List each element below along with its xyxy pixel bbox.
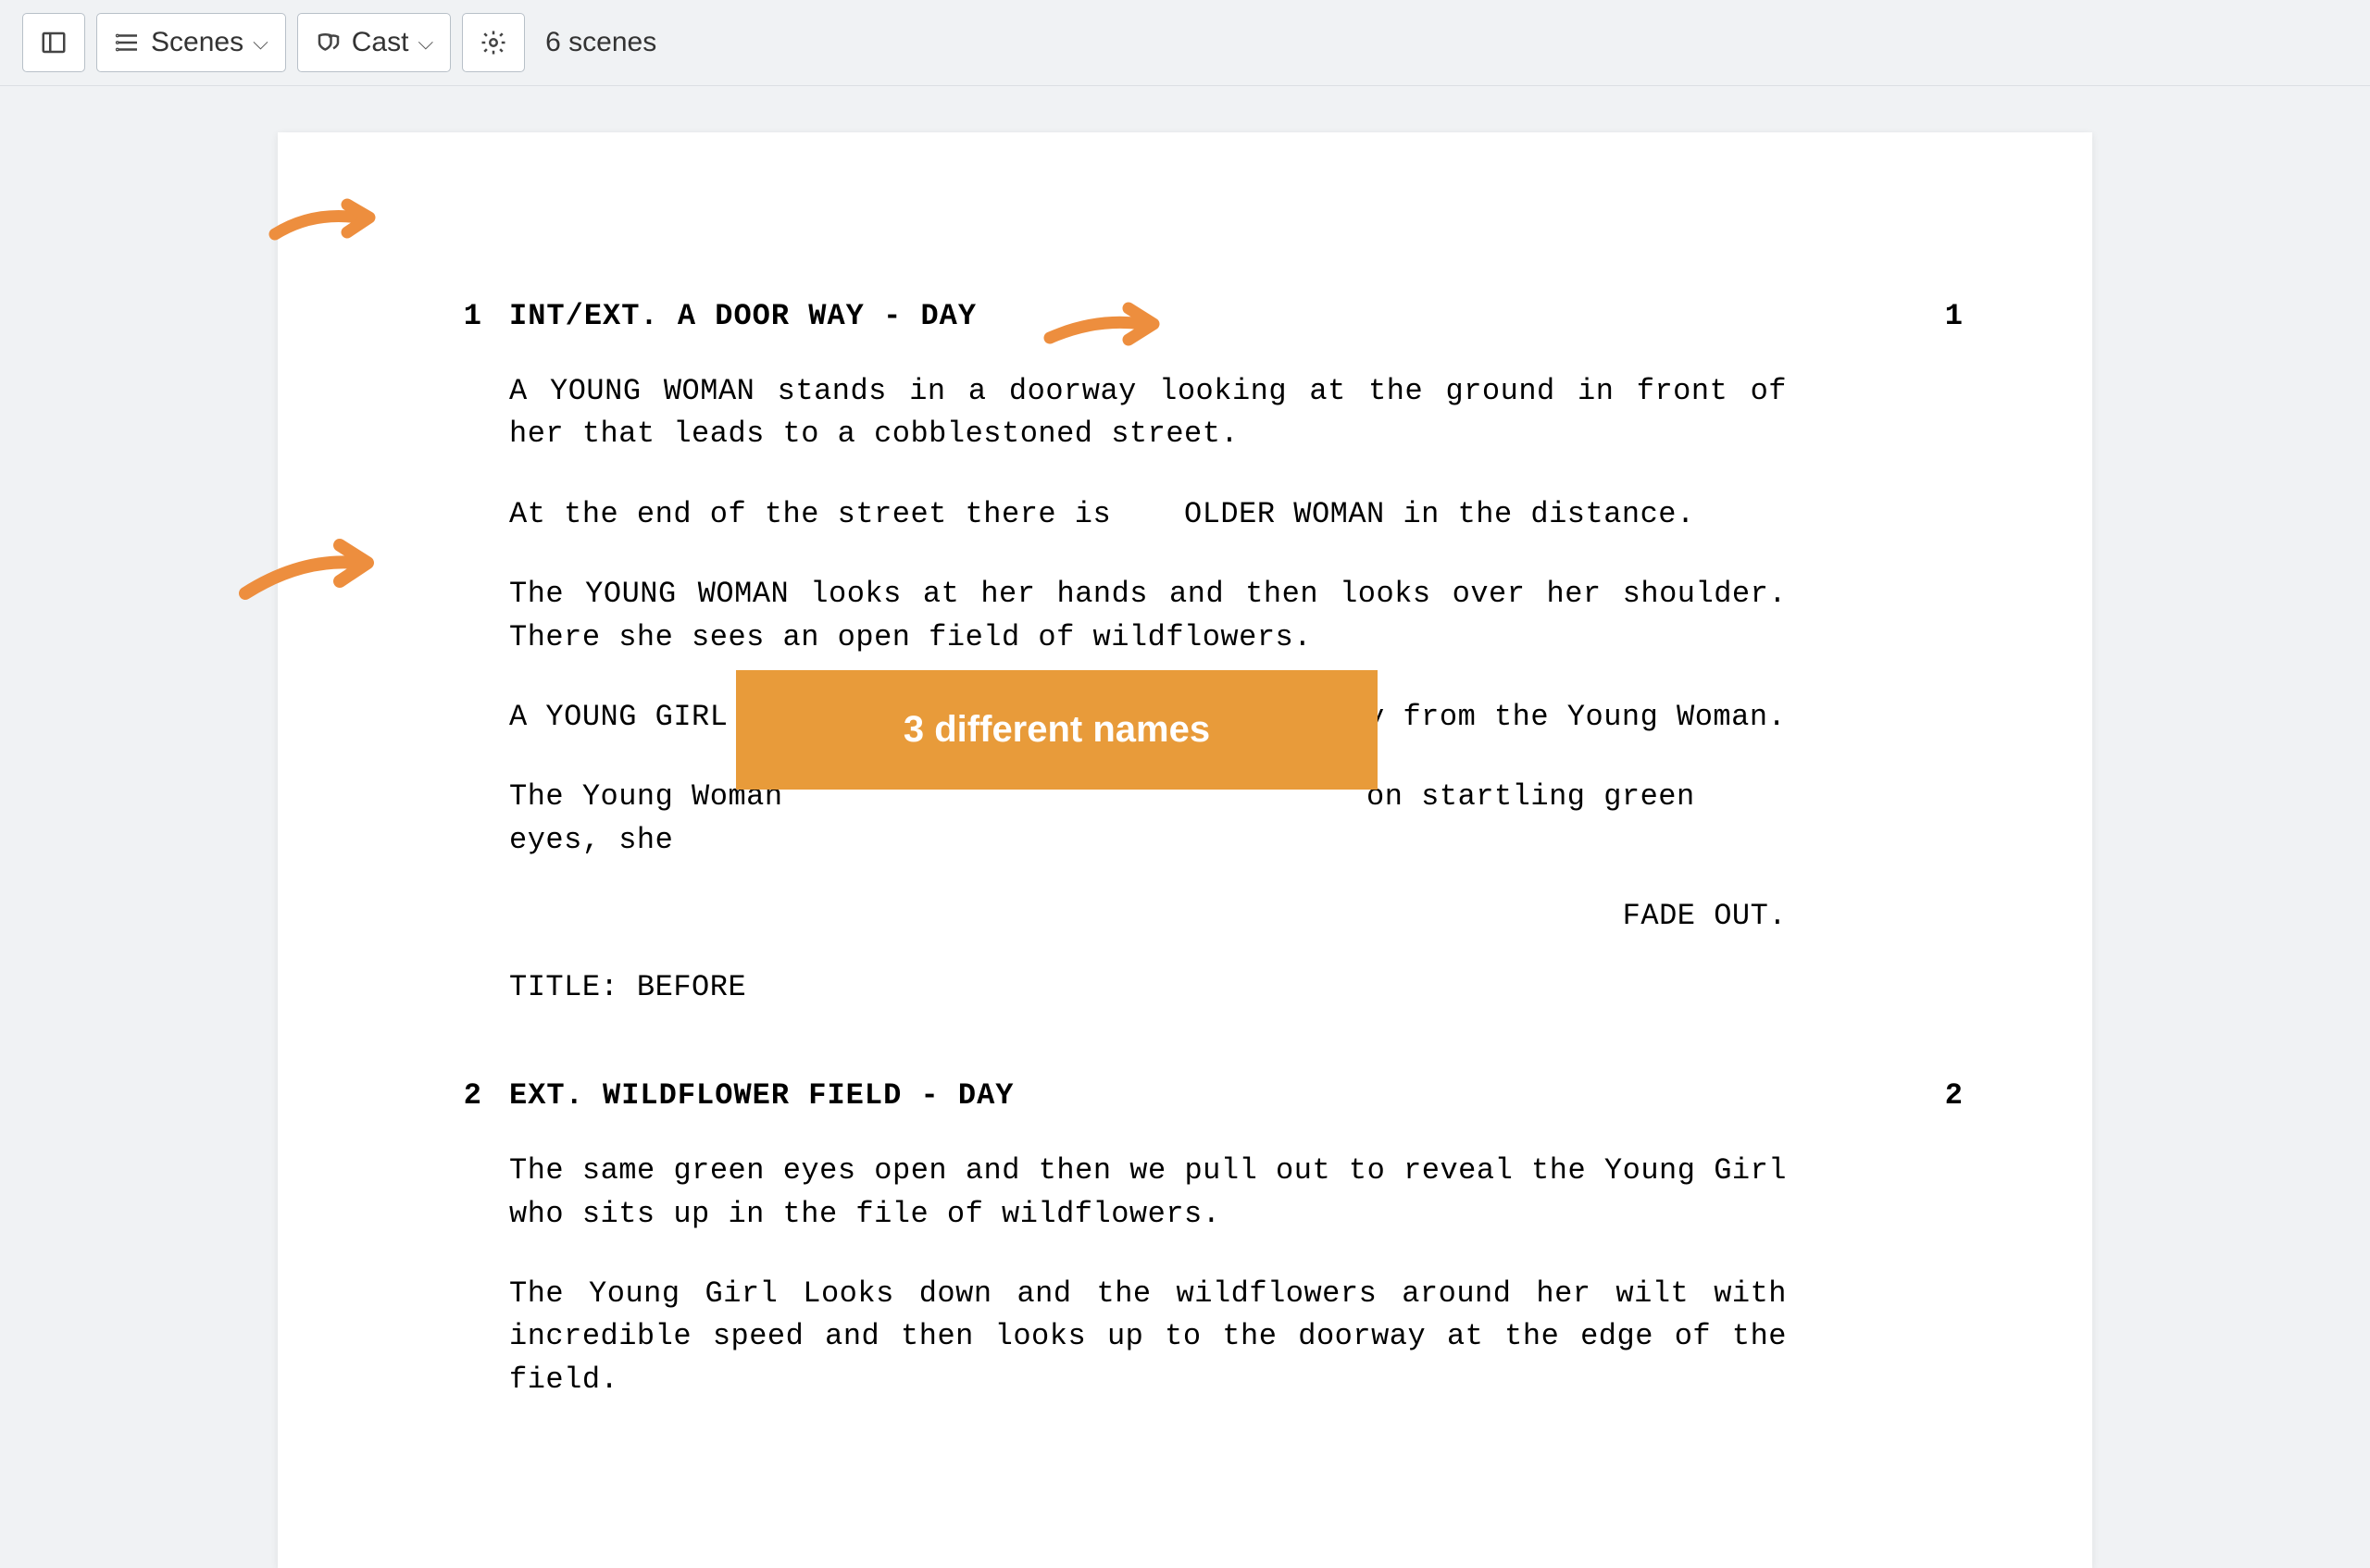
chevron-down-icon: ⌵	[253, 31, 268, 55]
page-container: 1 INT/EXT. A DOOR WAY - DAY 1 A YOUNG WO…	[0, 86, 2370, 1568]
annotation-arrow	[236, 530, 380, 614]
panel-icon	[40, 29, 68, 56]
sidebar-toggle-button[interactable]	[22, 13, 85, 72]
transition-text[interactable]: FADE OUT.	[509, 899, 1787, 933]
cast-label: Cast	[352, 27, 409, 58]
scene-number-right: 1	[1889, 299, 1963, 333]
action-text[interactable]: The Young Girl Looks down and the wildfl…	[509, 1273, 1787, 1401]
scene-count-status: 6 scenes	[545, 27, 656, 58]
annotation-callout: 3 different names	[736, 670, 1378, 790]
scene-number-left: 1	[407, 299, 509, 333]
action-text[interactable]: The YOUNG WOMAN looks at her hands and t…	[509, 573, 1787, 659]
title-line[interactable]: TITLE: BEFORE	[509, 970, 1963, 1004]
toolbar: Scenes ⌵ Cast ⌵ 6 scenes	[0, 0, 2370, 86]
chevron-down-icon: ⌵	[418, 31, 433, 55]
masks-icon	[315, 29, 343, 56]
annotation-arrow	[266, 188, 381, 253]
scenes-label: Scenes	[151, 27, 243, 58]
scene-block: 2 EXT. WILDFLOWER FIELD - DAY 2 The same…	[407, 1078, 1963, 1401]
action-text[interactable]: A YOUNG WOMAN stands in a doorway lookin…	[509, 370, 1787, 456]
cast-dropdown-button[interactable]: Cast ⌵	[297, 13, 451, 72]
gear-icon	[480, 29, 507, 56]
action-text[interactable]: The same green eyes open and then we pul…	[509, 1150, 1787, 1236]
scenes-dropdown-button[interactable]: Scenes ⌵	[96, 13, 286, 72]
scene-number-right: 2	[1889, 1078, 1963, 1113]
scene-block: 1 INT/EXT. A DOOR WAY - DAY 1 A YOUNG WO…	[407, 299, 1963, 1004]
scene-heading[interactable]: EXT. WILDFLOWER FIELD - DAY	[509, 1078, 1889, 1113]
scene-number-left: 2	[407, 1078, 509, 1113]
script-page: 1 INT/EXT. A DOOR WAY - DAY 1 A YOUNG WO…	[278, 132, 2092, 1568]
annotation-callout-text: 3 different names	[904, 709, 1210, 750]
action-text[interactable]: At the end of the street there is OLDER …	[509, 493, 1787, 536]
list-icon	[114, 29, 142, 56]
scene-heading[interactable]: INT/EXT. A DOOR WAY - DAY	[509, 299, 1889, 333]
scene-heading-row: 2 EXT. WILDFLOWER FIELD - DAY 2	[407, 1078, 1963, 1113]
settings-button[interactable]	[462, 13, 525, 72]
scene-heading-row: 1 INT/EXT. A DOOR WAY - DAY 1	[407, 299, 1963, 333]
annotation-arrow	[1041, 292, 1166, 366]
